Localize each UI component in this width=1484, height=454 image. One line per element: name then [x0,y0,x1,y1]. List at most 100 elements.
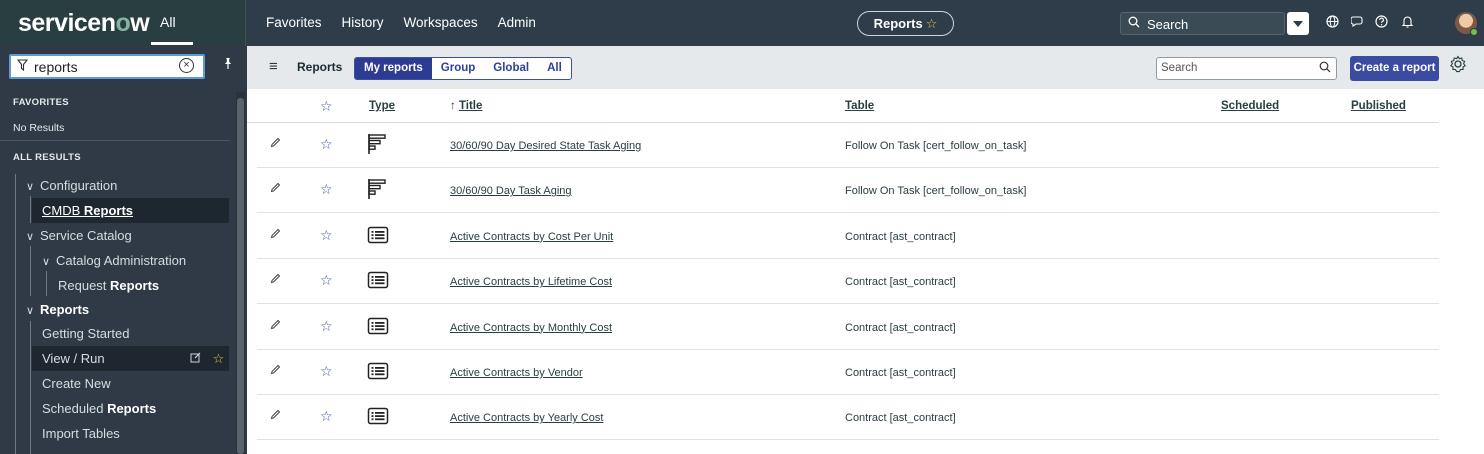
brand-area: servicenow All [0,0,246,46]
sidebar-item-import-tables[interactable]: Import Tables [42,421,231,446]
admin-menu[interactable]: Admin [488,15,546,30]
column-header-scheduled[interactable]: Scheduled [1221,100,1279,112]
favorite-star-icon[interactable]: ☆ [320,136,333,153]
bell-icon[interactable] [1401,15,1414,31]
clear-filter-icon[interactable]: × [179,58,194,73]
all-menu-tab[interactable]: All [160,14,176,30]
search-placeholder: Search [1161,62,1198,74]
chevron-down-icon: ∨ [26,231,35,243]
navigator-filter-input[interactable] [34,58,174,76]
list-report-type-icon [367,360,389,382]
edit-pencil-icon[interactable] [270,136,281,151]
presence-status-dot [1470,28,1478,36]
bar-chart-report-type-icon [367,133,389,155]
column-header-published[interactable]: Published [1351,100,1406,112]
favorites-menu[interactable]: Favorites [256,15,332,30]
favorites-column-star-icon[interactable]: ☆ [320,98,333,115]
globe-icon[interactable] [1326,15,1339,31]
sidebar-item-cmdb-reports[interactable]: CMDB Reports [32,198,229,223]
table-row: ☆ Active Contracts by Vendor Contract [ast… [257,350,1439,395]
report-title-link[interactable]: Active Contracts by Monthly Cost [450,322,612,334]
tree-line [30,246,31,296]
table-row: ☆ Active Contracts by Cost Per Unit Contra… [257,214,1439,259]
report-title-link[interactable]: Active Contracts by Yearly Cost [450,412,603,424]
favorite-star-icon[interactable]: ☆ [320,408,333,425]
sidebar-item-scheduled-reports[interactable]: Scheduled Reports [42,396,231,421]
page-title: Reports [297,60,343,74]
report-title-link[interactable]: 30/60/90 Day Task Aging [450,185,572,197]
tab-all[interactable]: All [538,58,571,79]
list-report-type-icon [367,405,389,427]
sidebar-item-service-catalog[interactable]: ∨ Service Catalog [26,223,231,248]
edit-pencil-icon[interactable] [270,363,281,378]
edit-pencil-icon[interactable] [270,181,281,196]
column-header-table[interactable]: Table [845,100,874,112]
favorite-star-icon[interactable]: ☆ [320,363,333,380]
report-title-link[interactable]: Active Contracts by Cost Per Unit [450,231,613,243]
report-title-link[interactable]: Active Contracts by Vendor [450,367,583,379]
scrollbar-thumb[interactable] [237,98,244,454]
sidebar-item-getting-started[interactable]: Getting Started [42,321,231,346]
sidebar-item-catalog-administration[interactable]: ∨ Catalog Administration [42,248,231,273]
column-header-type[interactable]: Type [369,100,395,112]
favorites-header: FAVORITES [13,97,69,108]
favorite-star-icon[interactable]: ☆ [320,227,333,244]
main-content: ≡ Reports My reports Group Global All Se… [247,46,1484,454]
sidebar-item-request-reports[interactable]: Request Reports [58,273,231,298]
tree-line [30,321,31,454]
global-search-label: Search [1147,17,1189,32]
create-report-button[interactable]: Create a report [1350,56,1439,81]
edit-module-icon[interactable] [190,351,205,366]
favorite-star-icon[interactable]: ☆ [926,16,938,31]
edit-pencil-icon[interactable] [270,318,281,333]
sidebar-scrollbar[interactable] [236,92,245,454]
favorite-star-icon[interactable]: ☆ [320,181,333,198]
column-header-title[interactable]: ↑ Title [450,100,482,112]
servicenow-logo[interactable]: servicenow [18,9,150,38]
sidebar-item-label: View / Run [42,351,105,366]
edit-pencil-icon[interactable] [270,227,281,242]
workspaces-menu[interactable]: Workspaces [394,15,488,30]
sidebar-divider [0,140,230,141]
context-pill-reports[interactable]: Reports ☆ [857,11,954,36]
search-icon[interactable] [1319,61,1331,76]
pin-icon[interactable] [222,57,234,73]
favorite-star-icon[interactable]: ☆ [320,272,333,289]
global-search[interactable]: Search [1120,12,1285,35]
sidebar-item-label: Create New [42,376,111,391]
help-icon[interactable] [1375,15,1388,31]
report-search-input[interactable]: Search [1156,57,1337,80]
report-table-name: Contract [ast_contract] [845,276,956,289]
search-scope-dropdown[interactable] [1287,12,1309,35]
chat-icon[interactable] [1350,15,1365,31]
report-table-name: Contract [ast_contract] [845,412,956,425]
edit-pencil-icon[interactable] [270,408,281,423]
sidebar-item-create-new[interactable]: Create New [42,371,231,396]
history-menu[interactable]: History [332,15,394,30]
sidebar-item-label: Catalog Administration [56,253,187,268]
report-title-link[interactable]: 30/60/90 Day Desired State Task Aging [450,140,641,152]
favorite-star-icon[interactable]: ☆ [320,318,333,335]
table-row: ☆ Active Contracts by Monthly Cost Contrac… [257,305,1439,350]
sidebar-item-label: CMDB Reports [42,203,134,218]
list-report-type-icon [367,224,389,246]
edit-pencil-icon[interactable] [270,272,281,287]
app-window: servicenow All Favorites History Workspa… [0,0,1484,454]
all-results-header: ALL RESULTS [13,152,81,163]
report-table-name: Follow On Task [cert_follow_on_task] [845,185,1027,198]
favorite-star-icon[interactable]: ☆ [213,351,225,366]
filter-icon [16,59,29,75]
gear-icon[interactable] [1449,55,1467,78]
report-title-link[interactable]: Active Contracts by Lifetime Cost [450,276,612,288]
tab-my-reports[interactable]: My reports [355,58,432,79]
sidebar-item-label: Scheduled Reports [42,401,157,416]
table-row: ☆ 30/60/90 Day Task Aging Follow On Task [… [257,168,1439,214]
list-report-type-icon [367,269,389,291]
tab-group[interactable]: Group [432,58,485,79]
tab-global[interactable]: Global [484,58,538,79]
top-header: servicenow All Favorites History Workspa… [0,0,1484,46]
sidebar-item-configuration[interactable]: ∨ Configuration [26,173,231,198]
menu-icon[interactable]: ≡ [269,58,278,75]
sidebar-item-reports[interactable]: ∨ Reports [26,297,231,322]
navigator-filter[interactable]: × [9,54,205,79]
